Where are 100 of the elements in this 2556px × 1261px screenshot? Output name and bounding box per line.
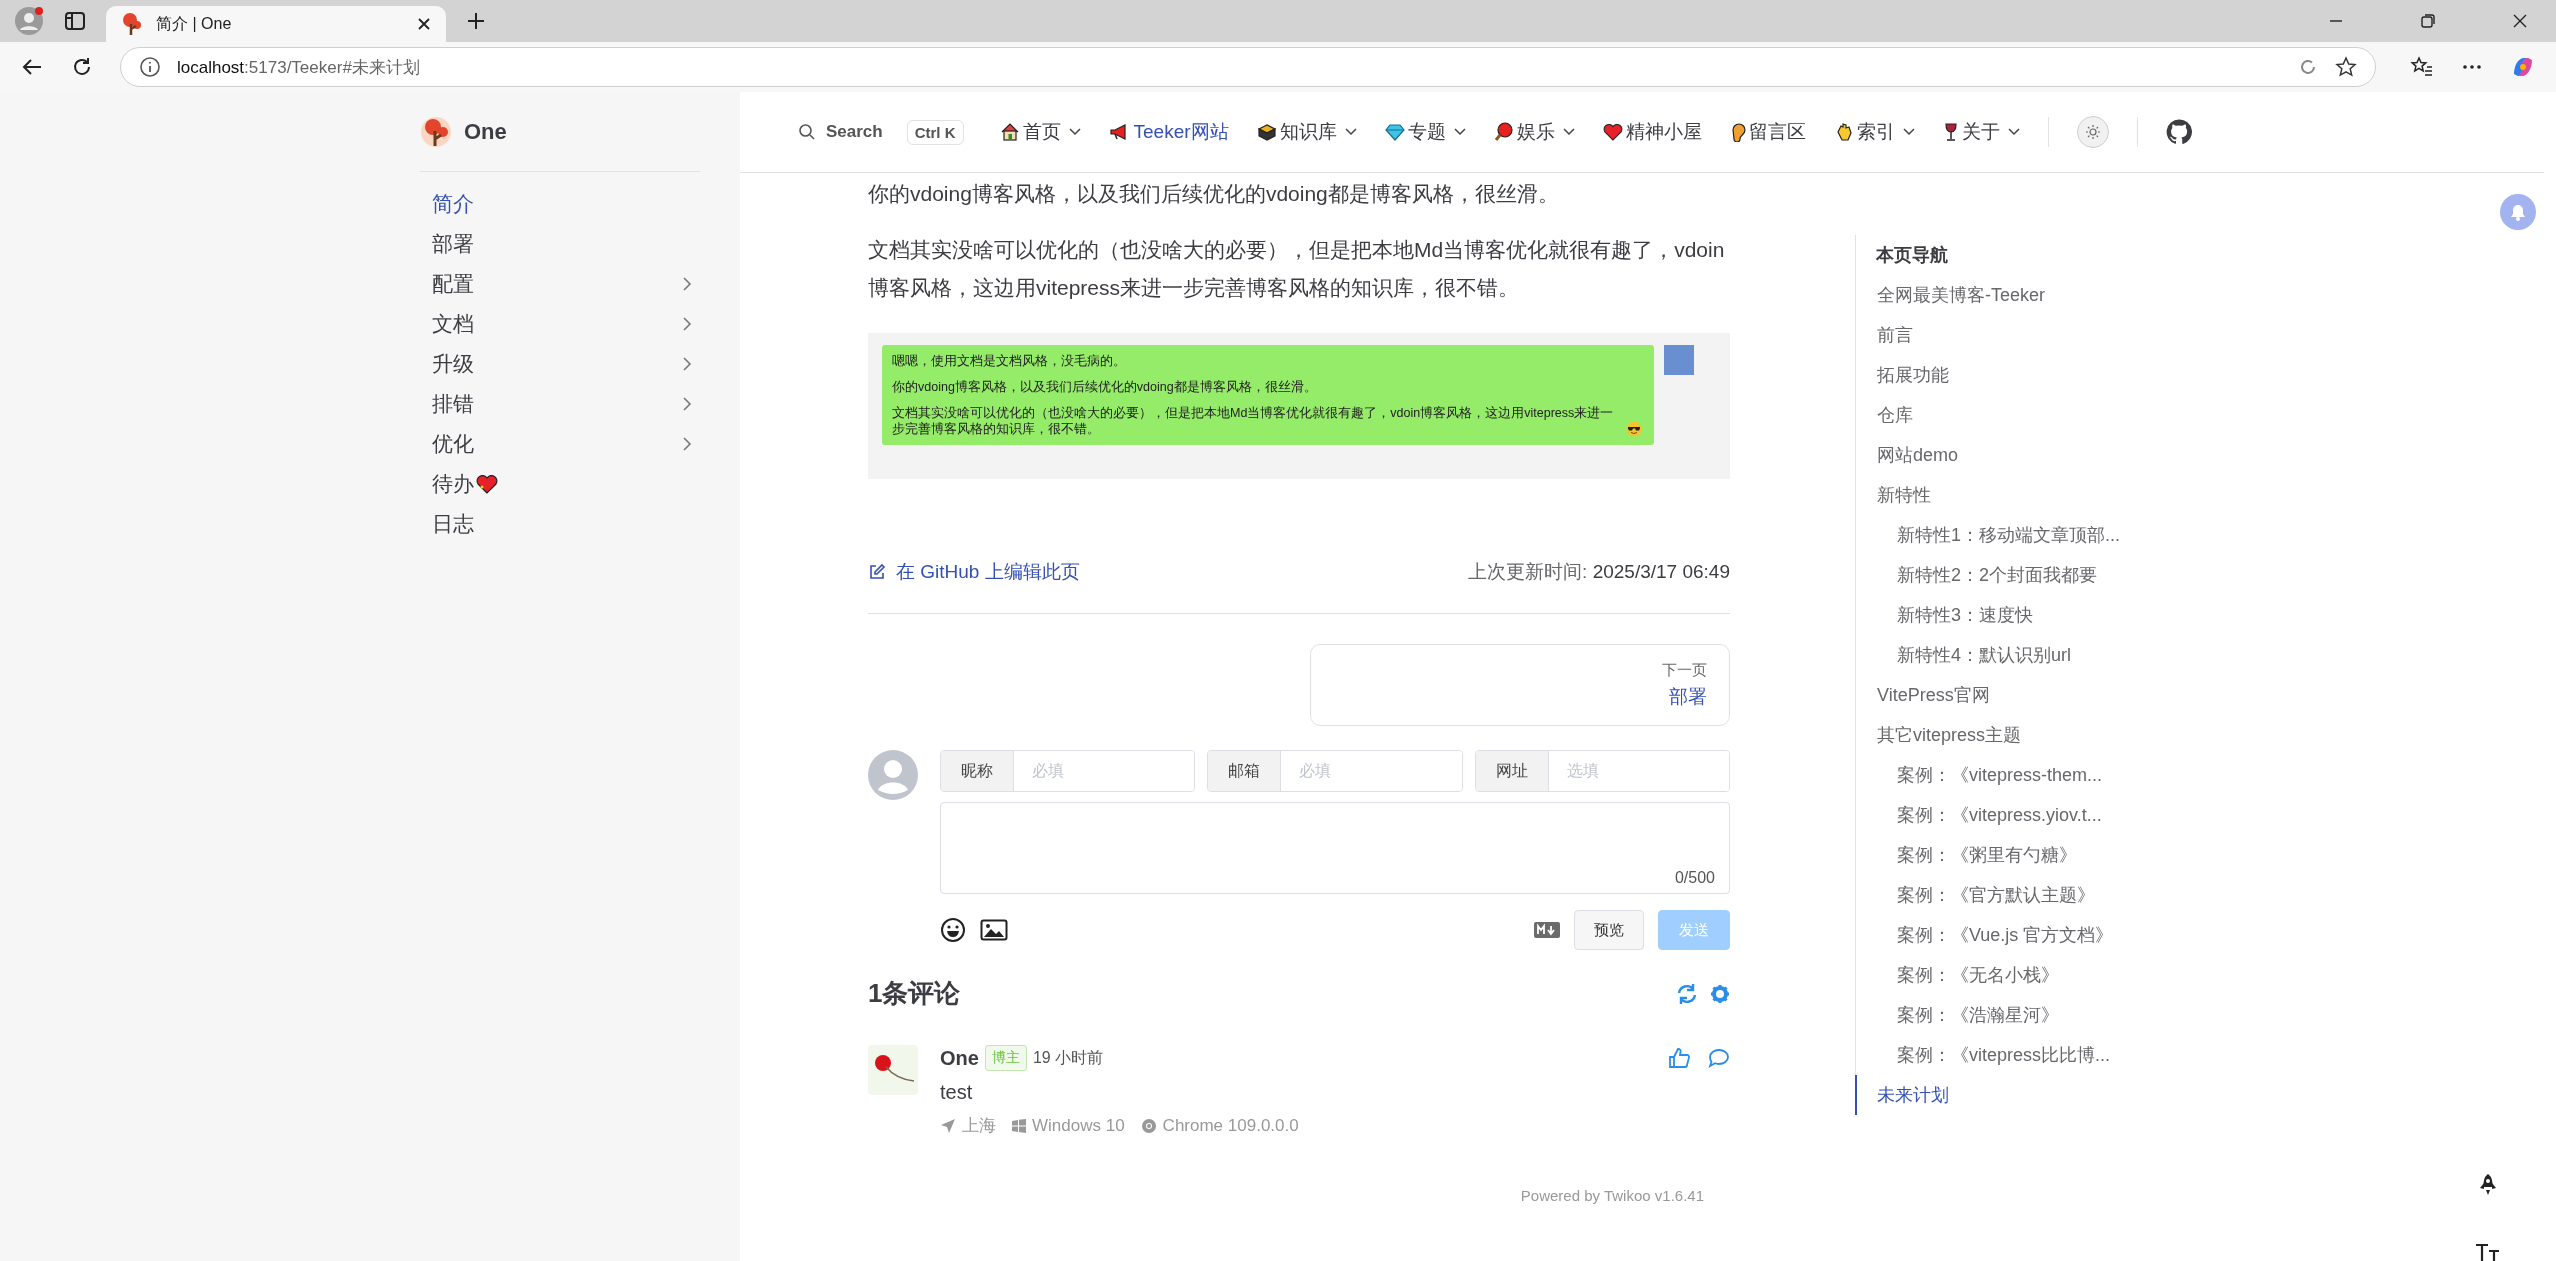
sidebar-item[interactable]: 待办 xyxy=(420,464,700,504)
sidebar-item[interactable]: 优化 xyxy=(420,424,700,464)
next-page-title: 部署 xyxy=(1669,684,1707,709)
toc-link[interactable]: 新特性2：2个封面我都要 xyxy=(1855,555,2156,595)
nav-link[interactable]: 索引 xyxy=(1833,119,1915,145)
chat-message: 文档其实没啥可以优化的（也没啥大的必要），但是把本地Md当博客优化就很有趣了，vdoin博客风格，这边用vitepress来进一步完善博客风格的知识库，很不错。 xyxy=(892,405,1615,437)
reply-icon[interactable] xyxy=(1708,1048,1730,1068)
nav-link[interactable]: 专题 xyxy=(1384,119,1466,145)
edit-icon xyxy=(868,563,886,581)
toc-link[interactable]: VitePress官网 xyxy=(1855,675,2156,715)
toc-link[interactable]: 案例：《vitepress-them... xyxy=(1855,755,2156,795)
paragraph: 你的vdoing博客风格，以及我们后续优化的vdoing都是博客风格，很丝滑。 xyxy=(868,181,1560,207)
close-icon[interactable] xyxy=(416,16,432,32)
tree-logo-icon xyxy=(420,115,452,148)
site-title[interactable]: One xyxy=(464,118,507,145)
sunglasses-smiley-icon xyxy=(1626,421,1642,437)
toc-link[interactable]: 案例：《浩瀚星河》 xyxy=(1855,995,2156,1035)
browser-tab[interactable]: 简介 | One xyxy=(106,6,446,42)
restore-icon[interactable] xyxy=(2420,13,2436,29)
toc-link[interactable]: 案例：《vitepress比比博... xyxy=(1855,1035,2156,1075)
markdown-icon[interactable] xyxy=(1534,922,1560,938)
toc-link[interactable]: 其它vitepress主题 xyxy=(1855,715,2156,755)
comment-textarea[interactable]: 0/500 xyxy=(940,802,1730,894)
sidebar-item[interactable]: 日志 xyxy=(420,504,700,544)
user-avatar-icon xyxy=(868,750,918,800)
star-icon[interactable] xyxy=(2335,56,2357,78)
toc-link[interactable]: 未来计划 xyxy=(1855,1075,2156,1115)
input-field[interactable]: 邮箱 必填 xyxy=(1207,750,1463,792)
nav-link[interactable]: 关于 xyxy=(1942,119,2020,145)
sidebar-item[interactable]: 文档 xyxy=(420,304,700,344)
close-window-icon[interactable] xyxy=(2512,13,2528,29)
thumbs-up-icon[interactable] xyxy=(1668,1047,1690,1069)
nav-link[interactable]: 知识库 xyxy=(1256,119,1357,145)
toc-link[interactable]: 拓展功能 xyxy=(1855,355,2156,395)
address-bar[interactable]: localhost:5173/Teeker#未来计划 xyxy=(120,47,2376,87)
shortcut-key: Ctrl K xyxy=(906,119,964,145)
image-icon[interactable] xyxy=(980,919,1008,941)
house-icon xyxy=(999,122,1020,142)
paddle-icon xyxy=(1493,122,1514,142)
emoji-icon[interactable] xyxy=(940,917,966,943)
comment-count-heading: 1条评论 xyxy=(868,977,961,1010)
font-size-icon[interactable] xyxy=(2475,1243,2501,1261)
search-button[interactable]: Search Ctrl K xyxy=(798,119,964,145)
heart-icon xyxy=(1602,123,1623,141)
favorites-icon[interactable] xyxy=(2410,55,2434,79)
toc-link[interactable]: 案例：《Vue.js 官方文档》 xyxy=(1855,915,2156,955)
toc-link[interactable]: 案例：《粥里有勺糖》 xyxy=(1855,835,2156,875)
comment-author[interactable]: One xyxy=(940,1046,979,1070)
toc-title: 本页导航 xyxy=(1875,244,1949,267)
comment-location: 上海 xyxy=(962,1115,996,1137)
input-field[interactable]: 网址 选填 xyxy=(1474,750,1730,792)
new-tab-icon[interactable] xyxy=(466,11,486,31)
tree-icon xyxy=(120,12,144,36)
nav-link[interactable]: 留言区 xyxy=(1729,119,1806,145)
next-page-card[interactable]: 下一页 部署 xyxy=(1310,644,1730,726)
sidebar-item[interactable]: 升级 xyxy=(420,344,700,384)
theme-toggle[interactable] xyxy=(2076,116,2109,148)
url-text: localhost:5173/Teeker#未来计划 xyxy=(177,56,420,79)
sun-icon xyxy=(2084,124,2101,140)
box-icon xyxy=(1256,122,1277,142)
sidebar-item[interactable]: 配置 xyxy=(420,264,700,304)
location-arrow-icon xyxy=(940,1117,956,1134)
toc-link[interactable]: 新特性 xyxy=(1855,475,2156,515)
flower-avatar-icon xyxy=(868,1045,918,1095)
gem-icon xyxy=(1384,122,1405,142)
edit-link[interactable]: 在 GitHub 上编辑此页 xyxy=(868,559,1080,585)
toc-link[interactable]: 新特性1：移动端文章顶部... xyxy=(1855,515,2156,555)
profile-icon[interactable] xyxy=(14,6,44,36)
github-icon[interactable] xyxy=(2165,119,2192,145)
last-updated: 上次更新时间: 2025/3/17 06:49 xyxy=(1468,560,1730,584)
search-icon xyxy=(798,123,816,141)
settings-icon[interactable] xyxy=(1710,983,1730,1004)
toc-link[interactable]: 前言 xyxy=(1855,315,2156,355)
toc-link[interactable]: 案例：《官方默认主题》 xyxy=(1855,875,2156,915)
info-icon[interactable] xyxy=(139,56,161,78)
nav-link[interactable]: Teeker网站 xyxy=(1108,119,1229,145)
toc-link[interactable]: 新特性3：速度快 xyxy=(1855,595,2156,635)
nav-link[interactable]: 精神小屋 xyxy=(1602,119,1702,145)
toc-link[interactable]: 网站demo xyxy=(1855,435,2156,475)
input-field[interactable]: 昵称 必填 xyxy=(940,750,1196,792)
ear-icon xyxy=(1729,122,1746,142)
nav-link[interactable]: 娱乐 xyxy=(1493,119,1575,145)
nav-link[interactable]: 首页 xyxy=(999,119,1081,145)
comment-time: 19 小时前 xyxy=(1032,1047,1104,1068)
chrome-icon xyxy=(1140,1117,1157,1134)
tab-title: 简介 | One xyxy=(156,13,233,34)
toc-link[interactable]: 新特性4：默认识别url xyxy=(1855,635,2156,675)
sidebar-item[interactable]: 简介 xyxy=(420,184,700,224)
toc-link[interactable]: 案例：《vitepress.yiov.t... xyxy=(1855,795,2156,835)
tab-actions-icon[interactable] xyxy=(64,10,86,32)
refresh-icon[interactable] xyxy=(1676,982,1698,1005)
rocket-icon[interactable] xyxy=(2477,1173,2499,1197)
paragraph: 文档其实没啥可以优化的（也没啥大的必要），但是把本地Md当博客优化就很有趣了，vdoin博客风格，这边用vitepress来进一步完善博客风格的知识库，很不错。 xyxy=(868,237,1726,301)
sidebar-item[interactable]: 排错 xyxy=(420,384,700,424)
preview-button[interactable]: 预览 xyxy=(1574,910,1644,950)
toc-link[interactable]: 全网最美博客-Teeker xyxy=(1855,275,2156,315)
toc-link[interactable]: 仓库 xyxy=(1855,395,2156,435)
chat-message: 你的vdoing博客风格，以及我们后续优化的vdoing都是博客风格，很丝滑。 xyxy=(892,379,1317,395)
sidebar-item[interactable]: 部署 xyxy=(420,224,700,264)
toc-link[interactable]: 案例：《无名小栈》 xyxy=(1855,955,2156,995)
